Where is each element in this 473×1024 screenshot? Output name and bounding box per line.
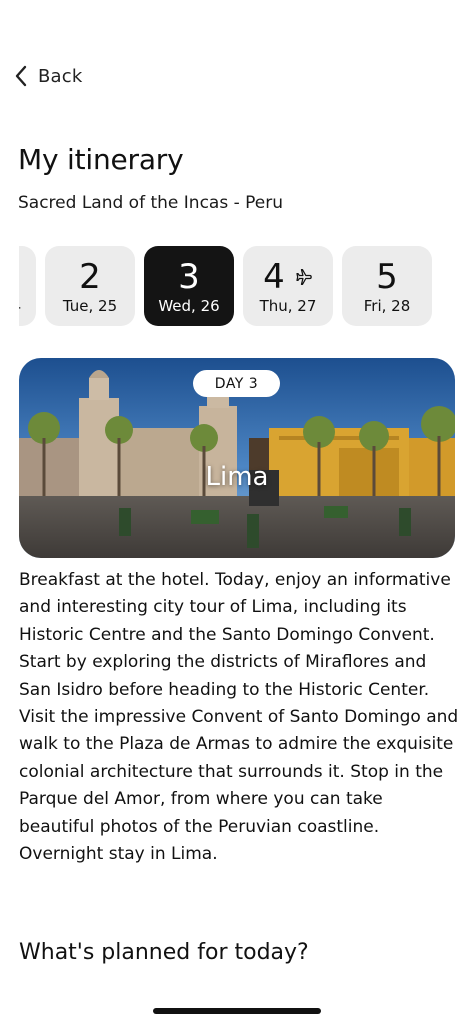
day-card-4[interactable]: 4 Thu, 27: [243, 246, 333, 326]
day-selector[interactable]: 1Mon, 242Tue, 253Wed, 264Thu, 275Fri, 28: [19, 246, 455, 328]
day-hero-card: DAY 3 Lima: [19, 358, 455, 558]
day-date: Mon, 24: [19, 297, 21, 315]
day-number: 4: [263, 257, 285, 297]
home-indicator: [153, 1008, 321, 1014]
day-card-header: 3: [178, 257, 200, 297]
day-date: Wed, 26: [158, 297, 220, 315]
day-date: Fri, 28: [363, 297, 411, 315]
section-title-planned: What's planned for today?: [19, 940, 309, 965]
day-description: Breakfast at the hotel. Today, enjoy an …: [19, 570, 459, 865]
day-card-header: 5: [376, 257, 398, 297]
day-badge: DAY 3: [193, 370, 280, 397]
day-date: Tue, 25: [62, 297, 118, 315]
day-number: 2: [79, 257, 101, 297]
day-number: 5: [376, 257, 398, 297]
day-card-header: 2: [79, 257, 101, 297]
day-card-3[interactable]: 3 Wed, 26: [144, 246, 234, 326]
day-card-2[interactable]: 2 Tue, 25: [45, 246, 135, 326]
chevron-left-icon: [15, 65, 27, 87]
page-title: My itinerary: [18, 143, 184, 176]
back-label: Back: [38, 65, 83, 87]
day-card-5[interactable]: 5 Fri, 28: [342, 246, 432, 326]
back-button[interactable]: Back: [14, 62, 83, 90]
trip-subtitle: Sacred Land of the Incas - Peru: [18, 193, 283, 213]
city-name: Lima: [205, 462, 269, 492]
airplane-icon: [293, 267, 313, 287]
day-number: 3: [178, 257, 200, 297]
day-date: Thu, 27: [259, 297, 317, 315]
day-card-header: 4: [263, 257, 313, 297]
day-selector-track: 1Mon, 242Tue, 253Wed, 264Thu, 275Fri, 28: [19, 246, 432, 326]
day-card-1[interactable]: 1Mon, 24: [19, 246, 36, 326]
